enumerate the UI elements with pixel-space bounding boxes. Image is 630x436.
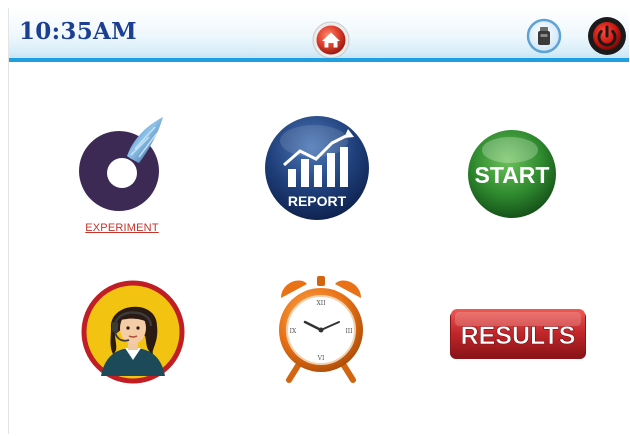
status-bar: 10:35AM: [9, 8, 629, 60]
alarm-clock-button[interactable]: XII III VI IX: [273, 272, 369, 384]
support-agent-icon: [81, 280, 185, 384]
status-bar-divider: [9, 58, 629, 62]
start-button[interactable]: START: [466, 128, 558, 220]
report-label: REPORT: [288, 193, 347, 209]
svg-text:XII: XII: [316, 300, 326, 307]
usb-drive-icon[interactable]: [526, 18, 562, 54]
report-chart-icon: REPORT: [265, 116, 369, 220]
start-button-icon: START: [468, 130, 556, 218]
svg-text:IX: IX: [290, 328, 297, 335]
support-button[interactable]: [81, 280, 185, 384]
clock-time: 10:35AM: [19, 18, 137, 45]
results-button-icon: RESULTS: [450, 309, 586, 359]
svg-text:III: III: [345, 328, 353, 335]
home-icon[interactable]: [309, 16, 353, 60]
alarm-clock-icon: XII III VI IX: [279, 276, 363, 383]
experiment-label: EXPERIMENT: [85, 222, 159, 234]
svg-text:VI: VI: [317, 355, 325, 362]
results-button[interactable]: RESULTS: [449, 308, 587, 362]
report-button[interactable]: REPORT: [262, 113, 372, 223]
results-label: RESULTS: [461, 322, 576, 350]
screen: 10:35AM EXPERIMENT REPORT START XII III …: [8, 8, 629, 434]
experiment-logo-icon: [79, 117, 163, 211]
experiment-button[interactable]: EXPERIMENT: [67, 111, 177, 246]
start-label: START: [475, 162, 550, 188]
power-icon[interactable]: [587, 16, 627, 56]
